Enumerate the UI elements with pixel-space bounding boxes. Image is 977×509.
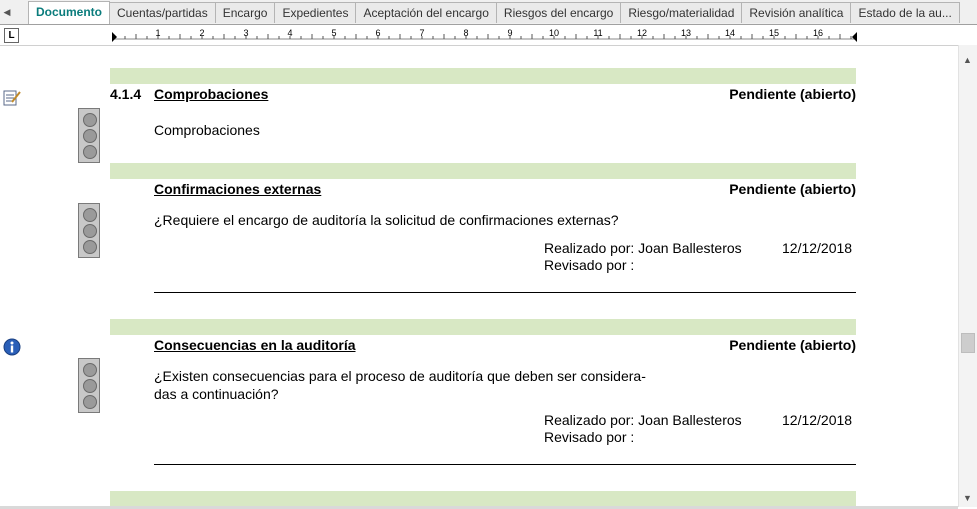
ruler-number: 14	[725, 28, 735, 38]
horizontal-ruler[interactable]: 1 2 3 4 5 6 7 8 9 10 11 12 13 14 15 16	[112, 27, 857, 43]
section-band	[110, 68, 856, 84]
ruler-number: 1	[155, 28, 160, 38]
ruler-number: 4	[287, 28, 292, 38]
section-title: Confirmaciones externas	[154, 181, 322, 197]
fecha-realizado: 12/12/2018	[782, 412, 853, 428]
realizado-por: Realizado por: Joan Ballesteros	[544, 412, 742, 428]
ruler-number: 3	[243, 28, 248, 38]
tab-scroll-left-icon[interactable]: ◀	[0, 2, 14, 22]
traffic-light-icon[interactable]	[78, 108, 100, 163]
ruler-number: 2	[199, 28, 204, 38]
tab-revision-analitica[interactable]: Revisión analítica	[741, 2, 852, 23]
document-area[interactable]: 4.1.4 Comprobaciones Pendiente (abierto)…	[0, 46, 958, 506]
tab-documento[interactable]: Documento	[28, 1, 110, 24]
question-line-2: das a continuación?	[154, 386, 279, 402]
ruler-number: 10	[549, 28, 559, 38]
section-number: 4.1.4	[110, 86, 142, 102]
ruler-number: 11	[593, 28, 602, 38]
section-text: Comprobaciones	[154, 122, 260, 138]
tab-aceptacion-encargo[interactable]: Aceptación del encargo	[355, 2, 497, 23]
tab-stop-selector[interactable]: L	[4, 28, 19, 43]
tab-expedientes[interactable]: Expedientes	[274, 2, 357, 23]
tab-riesgos-encargo[interactable]: Riesgos del encargo	[495, 2, 622, 23]
section-title: Consecuencias en la auditoría	[154, 337, 356, 353]
ruler-number: 16	[813, 28, 823, 38]
status-label: Pendiente (abierto)	[729, 86, 856, 102]
divider	[154, 464, 856, 465]
ruler-number: 9	[507, 28, 512, 38]
tab-cuentas-partidas[interactable]: Cuentas/partidas	[109, 2, 216, 23]
tab-bar: ◀ Documento Cuentas/partidas Encargo Exp…	[0, 0, 977, 25]
revisado-por: Revisado por :	[544, 429, 635, 445]
fecha-realizado: 12/12/2018	[782, 240, 853, 256]
ruler-number: 5	[331, 28, 336, 38]
info-icon[interactable]	[3, 338, 21, 356]
ruler-number: 15	[769, 28, 779, 38]
scroll-down-icon[interactable]: ▼	[963, 493, 972, 503]
ruler-number: 12	[637, 28, 647, 38]
tab-encargo[interactable]: Encargo	[214, 2, 276, 23]
ruler-number: 8	[463, 28, 468, 38]
ruler-number: 7	[419, 28, 424, 38]
vertical-scrollbar[interactable]: ▲ ▼	[958, 45, 977, 507]
status-label: Pendiente (abierto)	[729, 181, 856, 197]
section-band	[110, 491, 856, 506]
section-band	[110, 163, 856, 179]
divider	[154, 292, 856, 293]
edit-note-icon[interactable]	[3, 88, 21, 106]
scroll-up-icon[interactable]: ▲	[963, 55, 972, 65]
tabs: Documento Cuentas/partidas Encargo Exped…	[28, 1, 960, 24]
traffic-light-icon[interactable]	[78, 358, 100, 413]
section-band	[110, 319, 856, 335]
realizado-por: Realizado por: Joan Ballesteros	[544, 240, 742, 256]
ruler-number: 6	[375, 28, 380, 38]
tab-riesgo-materialidad[interactable]: Riesgo/materialidad	[620, 2, 743, 23]
scroll-thumb[interactable]	[961, 333, 975, 353]
question-line-1: ¿Existen consecuencias para el proceso d…	[154, 368, 646, 384]
ruler-number: 13	[681, 28, 691, 38]
traffic-light-icon[interactable]	[78, 203, 100, 258]
status-label: Pendiente (abierto)	[729, 337, 856, 353]
section-title: Comprobaciones	[154, 86, 269, 102]
question-text: ¿Requiere el encargo de auditoría la sol…	[154, 212, 619, 228]
tab-estado-auditoria[interactable]: Estado de la au...	[850, 2, 960, 23]
revisado-por: Revisado por :	[544, 257, 635, 273]
ruler-row: L 1 2 3 4 5 6 7 8 9 10 11 12 13 14 15 16	[0, 25, 977, 46]
question-text: ¿Existen consecuencias para el proceso d…	[154, 367, 674, 403]
